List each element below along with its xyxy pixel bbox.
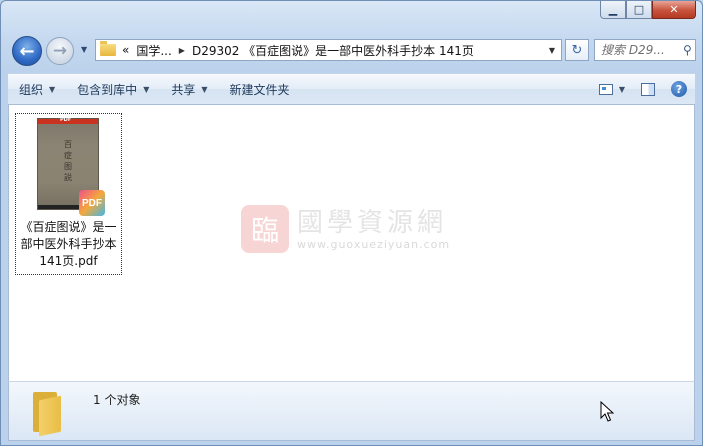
organize-menu[interactable]: 组织 ▼ bbox=[8, 74, 66, 104]
refresh-button[interactable]: ↻ bbox=[565, 39, 589, 61]
breadcrumb-item-current[interactable]: D29302 《百症图说》是一部中医外科手抄本 141页 bbox=[192, 42, 474, 59]
breadcrumb-item-guoxue[interactable]: 国学... bbox=[136, 42, 171, 59]
watermark-text: 國學資源網 www.guoxueziyuan.com bbox=[297, 208, 450, 251]
address-bar[interactable]: « 国学... ▶ D29302 《百症图说》是一部中医外科手抄本 141页 ▼ bbox=[95, 39, 562, 61]
share-label: 共享 bbox=[171, 82, 196, 97]
arrow-left-icon: ← bbox=[19, 40, 35, 62]
chevron-down-icon: ▼ bbox=[81, 45, 88, 54]
folder-icon bbox=[31, 388, 65, 437]
refresh-icon: ↻ bbox=[571, 42, 583, 58]
include-in-library-label: 包含到库中 bbox=[77, 82, 138, 97]
navigation-bar: ← → ▼ « 国学... ▶ D29302 《百症图说》是一部中医外科手抄本 … bbox=[9, 34, 696, 66]
arrow-right-icon: → bbox=[52, 41, 68, 61]
watermark-title: 國學資源網 bbox=[297, 207, 448, 238]
new-folder-button[interactable]: 新建文件夹 bbox=[219, 74, 301, 104]
file-item[interactable]: PDF 百症图説 PDF 《百症图说》是一部中医外科手抄本141页.pdf bbox=[15, 113, 122, 275]
file-list[interactable]: PDF 百症图説 PDF 《百症图说》是一部中医外科手抄本141页.pdf 臨 … bbox=[8, 105, 695, 381]
preview-pane-icon bbox=[641, 82, 655, 96]
recent-pages-dropdown[interactable]: ▼ bbox=[81, 45, 87, 54]
search-icon[interactable]: ⚲ bbox=[683, 43, 692, 57]
chevron-down-icon: ▼ bbox=[201, 84, 208, 94]
item-count: 1 个对象 bbox=[93, 393, 141, 407]
thumbnail-header-label: PDF bbox=[60, 117, 72, 123]
view-icon bbox=[598, 83, 613, 95]
forward-button[interactable]: → bbox=[46, 37, 74, 65]
folder-icon bbox=[100, 41, 116, 56]
chevron-down-icon: ▼ bbox=[143, 84, 150, 94]
change-view-button[interactable]: ▼ bbox=[591, 83, 633, 95]
maximize-button[interactable]: □ bbox=[626, 1, 652, 19]
new-folder-label: 新建文件夹 bbox=[229, 82, 290, 97]
toolbar-right: ▼ ? bbox=[591, 81, 695, 97]
back-button[interactable]: ← bbox=[12, 36, 42, 66]
watermark: 臨 國學資源網 www.guoxueziyuan.com bbox=[241, 201, 476, 257]
caption-buttons: ▁ □ ✕ bbox=[600, 1, 696, 19]
address-dropdown-icon[interactable]: ▼ bbox=[549, 46, 555, 55]
breadcrumb-separator-icon[interactable]: ▶ bbox=[179, 46, 185, 55]
chevron-down-icon: ▼ bbox=[49, 84, 56, 94]
preview-pane-button[interactable] bbox=[633, 82, 663, 96]
include-in-library-menu[interactable]: 包含到库中 ▼ bbox=[66, 74, 160, 104]
watermark-seal-icon: 臨 bbox=[241, 205, 289, 253]
explorer-window: ▁ □ ✕ ← → ▼ « 国学... ▶ D29302 《百症图说》是一部中医… bbox=[0, 0, 703, 446]
share-menu[interactable]: 共享 ▼ bbox=[160, 74, 218, 104]
thumbnail-title: 百症图説 bbox=[64, 140, 72, 182]
organize-label: 组织 bbox=[19, 82, 44, 97]
chevron-down-icon: ▼ bbox=[618, 84, 625, 94]
search-box: ⚲ bbox=[594, 39, 696, 61]
watermark-url: www.guoxueziyuan.com bbox=[297, 237, 451, 251]
help-button[interactable]: ? bbox=[663, 81, 695, 97]
file-name: 《百症图说》是一部中医外科手抄本141页.pdf bbox=[20, 220, 117, 268]
thumbnail-header: PDF bbox=[38, 117, 98, 124]
help-icon: ? bbox=[671, 81, 687, 97]
breadcrumb-overflow[interactable]: « bbox=[122, 43, 129, 57]
command-bar: 组织 ▼ 包含到库中 ▼ 共享 ▼ 新建文件夹 ▼ ? bbox=[8, 73, 695, 105]
minimize-button[interactable]: ▁ bbox=[600, 1, 626, 19]
close-button[interactable]: ✕ bbox=[652, 1, 696, 19]
details-pane: 1 个对象 bbox=[8, 381, 695, 441]
search-input[interactable] bbox=[595, 42, 681, 58]
mouse-cursor-icon bbox=[600, 401, 614, 422]
pdf-icon: PDF bbox=[79, 190, 105, 216]
